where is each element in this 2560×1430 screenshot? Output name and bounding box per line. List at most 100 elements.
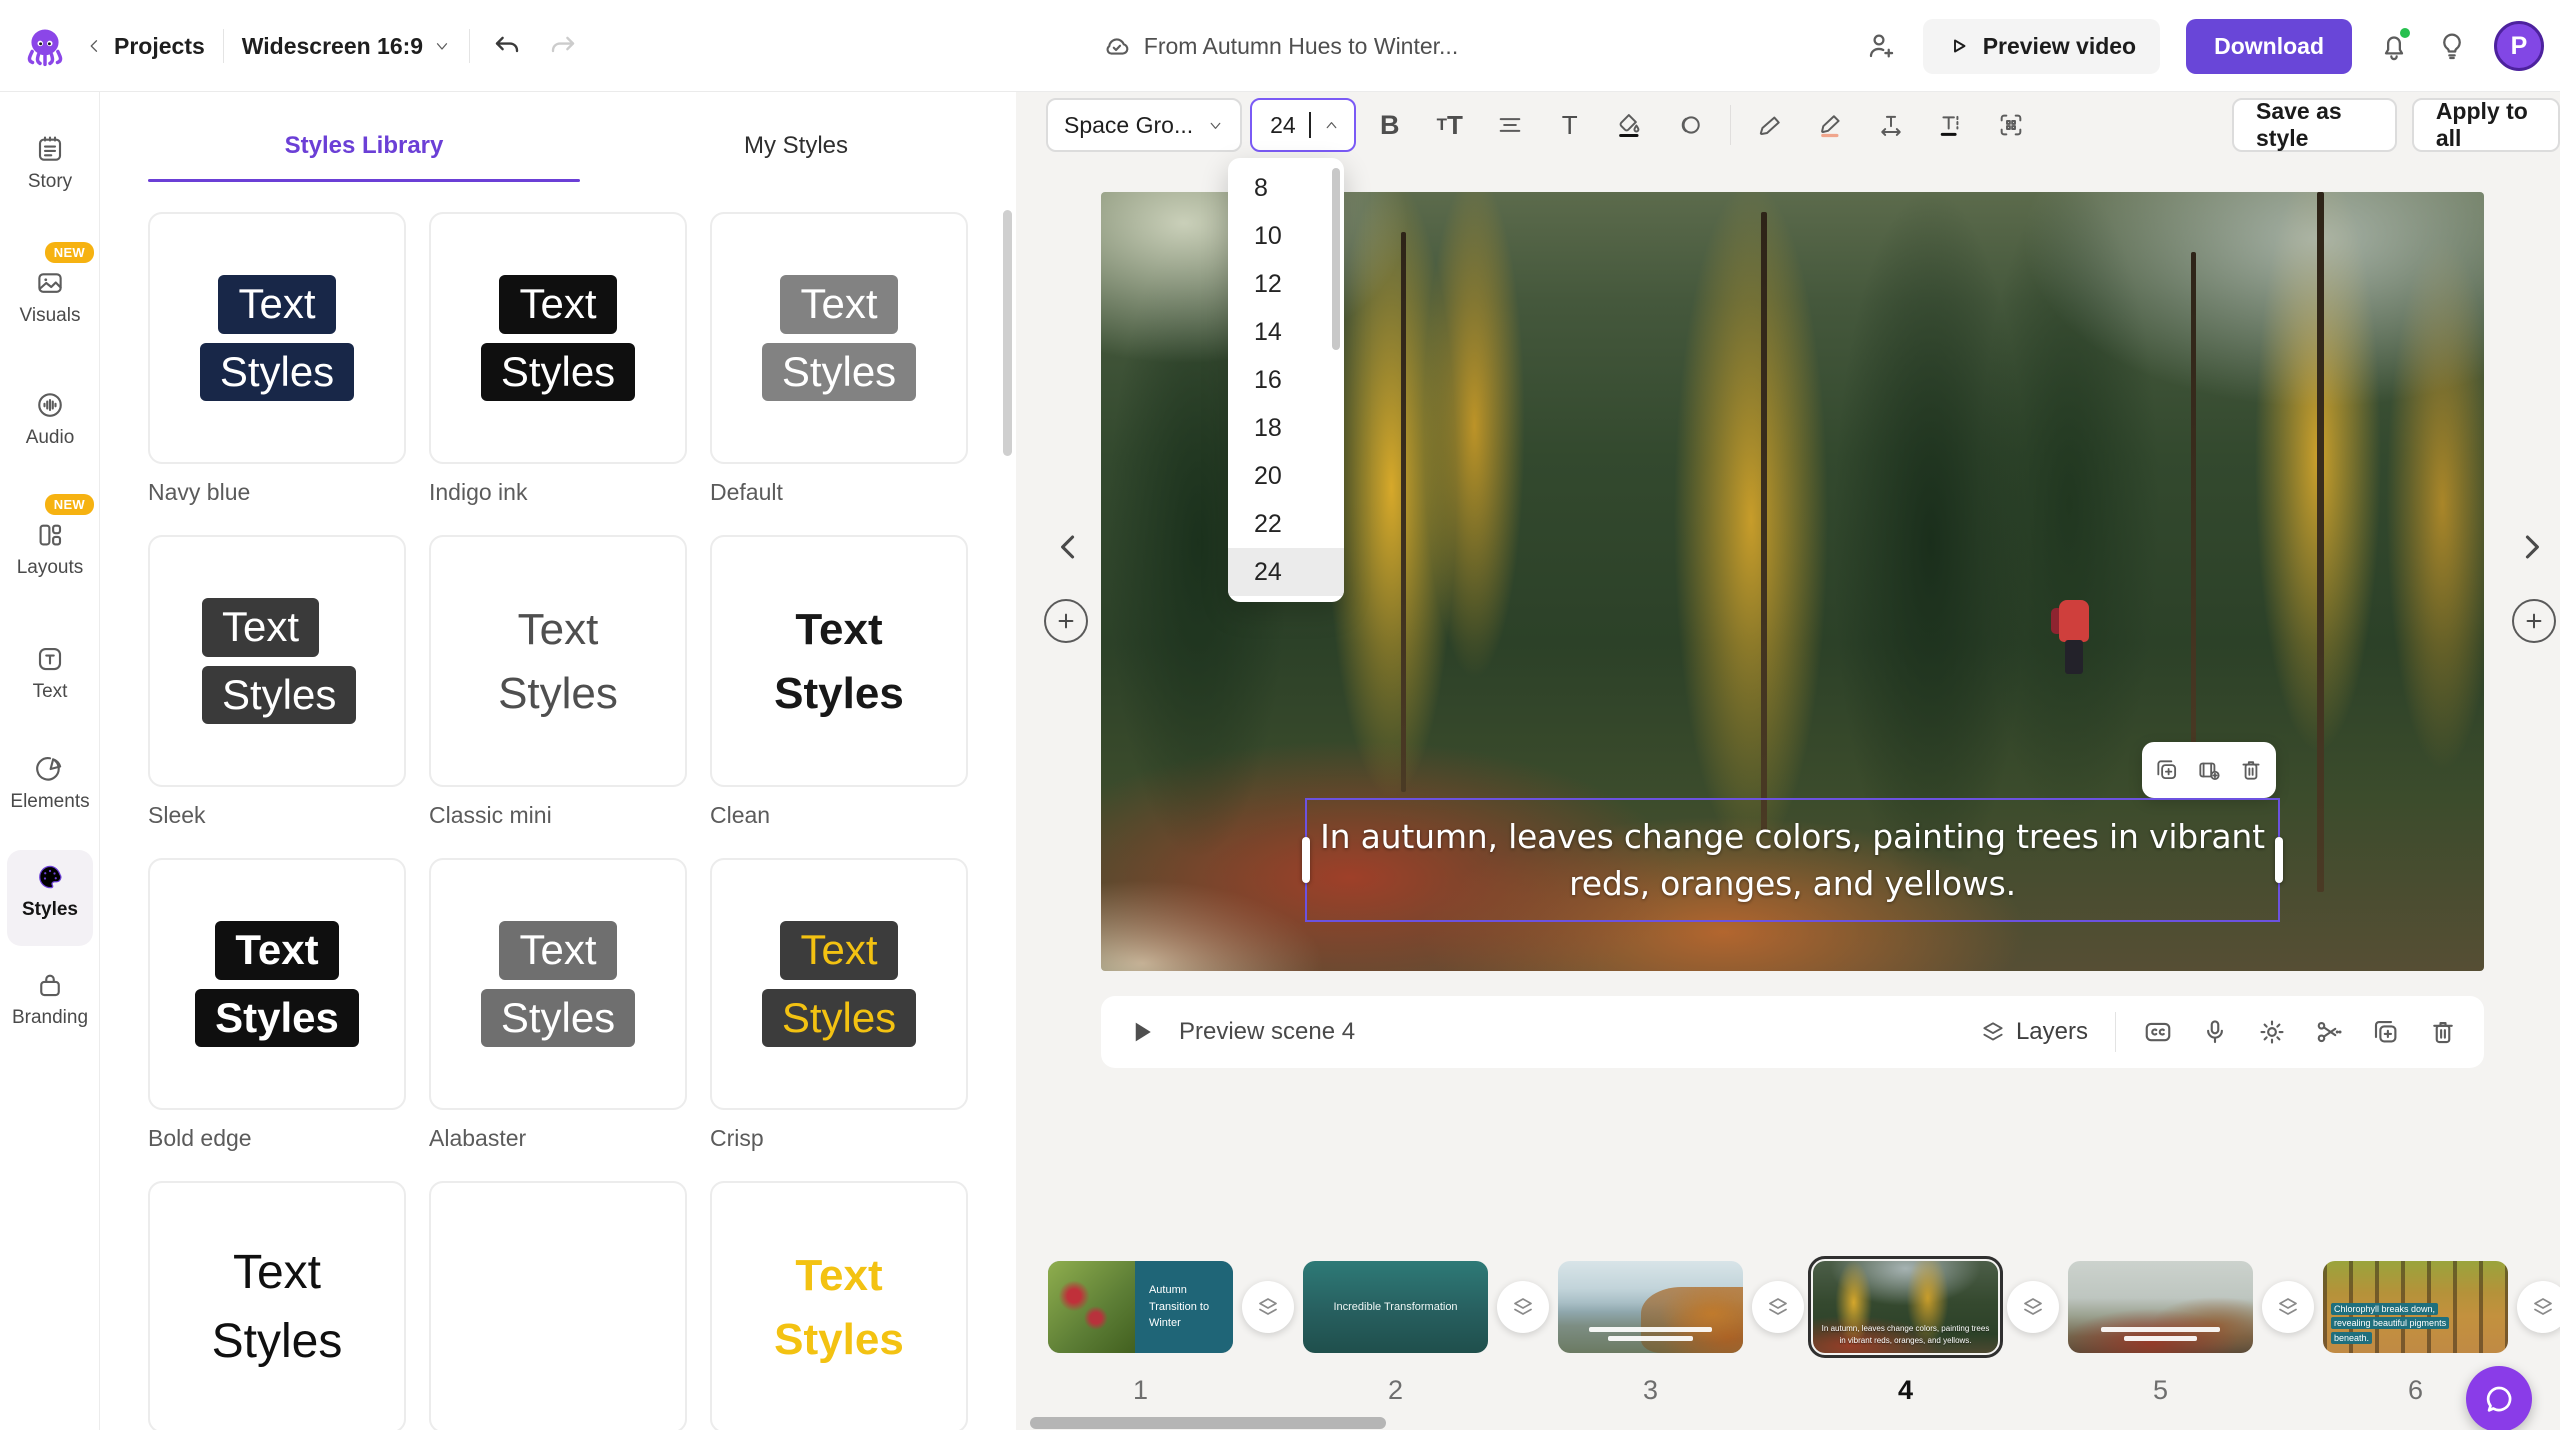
tab-styles-library[interactable]: Styles Library <box>148 132 580 182</box>
play-scene-button[interactable] <box>1127 1017 1157 1047</box>
voiceover-button[interactable] <box>2200 1017 2230 1047</box>
undo-button[interactable] <box>488 27 526 65</box>
fill-color-button[interactable] <box>1604 99 1656 151</box>
download-button[interactable]: Download <box>2186 19 2352 74</box>
transition-button[interactable] <box>1242 1281 1294 1333</box>
style-card-label: Bold edge <box>148 1125 406 1152</box>
text-style-button[interactable]: T <box>1544 99 1596 151</box>
dropdown-scrollbar[interactable] <box>1332 168 1340 350</box>
text-selection-box[interactable]: In autumn, leaves change colors, paintin… <box>1305 798 2280 922</box>
style-card-partial[interactable]: Text Styles <box>148 1181 406 1430</box>
timeline-horizontal-scrollbar[interactable] <box>1030 1417 1386 1429</box>
canvas-image <box>2317 192 2324 892</box>
line-height-button[interactable] <box>1925 99 1977 151</box>
previous-scene-arrow[interactable] <box>1052 530 1086 564</box>
scene-thumbnail-5[interactable] <box>2068 1261 2253 1353</box>
caption-line-1[interactable]: In autumn, leaves change colors, paintin… <box>1307 814 2278 861</box>
save-as-style-button[interactable]: Save as style <box>2232 98 2397 152</box>
letter-spacing-button[interactable] <box>1865 99 1917 151</box>
app-logo-octopus-icon[interactable] <box>22 23 68 69</box>
account-avatar[interactable]: P <box>2494 21 2544 71</box>
text-outline-button[interactable] <box>1664 99 1716 151</box>
style-card-navy-blue[interactable]: Text Styles <box>148 212 406 464</box>
scene-thumbnail-6[interactable]: Chlorophyll breaks down, revealing beaut… <box>2323 1261 2508 1353</box>
notifications-button[interactable] <box>2378 30 2410 62</box>
caption-line-2[interactable]: reds, oranges, and yellows. <box>1307 861 2278 908</box>
font-size-option[interactable]: 10 <box>1228 212 1344 260</box>
scene-settings-button[interactable] <box>2257 1017 2287 1047</box>
delete-element-icon[interactable] <box>2238 757 2264 783</box>
style-card-partial[interactable]: Text Styles <box>429 1181 687 1430</box>
element-mini-toolbar <box>2142 742 2276 798</box>
font-size-option[interactable]: 8 <box>1228 164 1344 212</box>
style-card-indigo-ink[interactable]: Text Styles <box>429 212 687 464</box>
font-size-option[interactable]: 18 <box>1228 404 1344 452</box>
apply-to-all-button[interactable]: Apply to all <box>2412 98 2560 152</box>
style-card-partial[interactable]: Text Styles <box>710 1181 968 1430</box>
scene-thumbnail-3[interactable] <box>1558 1261 1743 1353</box>
line-height-icon <box>1937 111 1965 139</box>
text-case-button[interactable]: TT <box>1424 99 1476 151</box>
transition-button[interactable] <box>1752 1281 1804 1333</box>
apply-to-scenes-icon[interactable] <box>2196 757 2222 783</box>
font-size-option[interactable]: 20 <box>1228 452 1344 500</box>
font-size-option-selected[interactable]: 24 <box>1228 548 1344 596</box>
sidebar-item-audio[interactable]: Audio <box>0 390 100 449</box>
style-card-sleek[interactable]: Text Styles <box>148 535 406 787</box>
help-lightbulb-icon[interactable] <box>2436 30 2468 62</box>
font-size-input[interactable]: 24 <box>1250 98 1356 152</box>
style-card-alabaster[interactable]: Text Styles <box>429 858 687 1110</box>
support-chat-button[interactable] <box>2466 1366 2532 1430</box>
bold-button[interactable]: B <box>1364 99 1416 151</box>
transition-button[interactable] <box>1497 1281 1549 1333</box>
transition-button[interactable] <box>2262 1281 2314 1333</box>
sidebar-item-elements[interactable]: Elements <box>0 754 100 813</box>
redo-button[interactable] <box>544 27 582 65</box>
aspect-ratio-dropdown[interactable]: Widescreen 16:9 <box>242 33 451 60</box>
style-card-classic-mini[interactable]: Text Styles <box>429 535 687 787</box>
tab-my-styles[interactable]: My Styles <box>580 132 1012 182</box>
preview-video-button[interactable]: Preview video <box>1923 19 2160 74</box>
font-size-option[interactable]: 14 <box>1228 308 1344 356</box>
style-card-crisp[interactable]: Text Styles <box>710 858 968 1110</box>
next-scene-arrow[interactable] <box>2514 530 2548 564</box>
panel-scrollbar[interactable] <box>1003 210 1012 456</box>
font-size-option[interactable]: 22 <box>1228 500 1344 548</box>
add-scene-right-button[interactable] <box>2512 599 2556 643</box>
delete-scene-button[interactable] <box>2428 1017 2458 1047</box>
layers-button[interactable]: Layers <box>1980 1018 2088 1046</box>
sidebar-item-story[interactable]: Story <box>0 134 100 193</box>
sidebar-item-visuals[interactable]: NEW Visuals <box>0 268 100 327</box>
transition-button[interactable] <box>2517 1281 2560 1333</box>
back-to-projects-button[interactable]: Projects <box>86 33 205 60</box>
font-family-dropdown[interactable]: Space Gro... <box>1046 98 1242 152</box>
sidebar-item-text[interactable]: Text <box>0 644 100 703</box>
style-card-clean[interactable]: Text Styles <box>710 535 968 787</box>
style-preview-text: Text <box>499 275 616 333</box>
add-scene-left-button[interactable] <box>1044 599 1088 643</box>
font-size-option[interactable]: 12 <box>1228 260 1344 308</box>
scene-thumbnail-1[interactable]: Autumn Transition to Winter <box>1048 1261 1233 1353</box>
duplicate-element-icon[interactable] <box>2154 757 2180 783</box>
style-card-default[interactable]: Text Styles <box>710 212 968 464</box>
scene-thumbnail-4-selected[interactable]: In autumn, leaves change colors, paintin… <box>1813 1261 1998 1353</box>
text-align-button[interactable] <box>1484 99 1536 151</box>
style-card-bold-edge[interactable]: Text Styles <box>148 858 406 1110</box>
style-preview-text: Styles <box>498 666 618 721</box>
scene-thumbnail-2[interactable]: Incredible Transformation <box>1303 1261 1488 1353</box>
duplicate-scene-button[interactable] <box>2371 1017 2401 1047</box>
captions-button[interactable] <box>2143 1017 2173 1047</box>
pen-annotate-button[interactable] <box>1745 99 1797 151</box>
project-title[interactable]: From Autumn Hues to Winter... <box>1144 33 1458 60</box>
sidebar-item-styles[interactable]: Styles <box>0 862 100 921</box>
highlight-button[interactable] <box>1805 99 1857 151</box>
transition-icon <box>2531 1295 2555 1319</box>
sidebar-item-branding[interactable]: Branding <box>0 970 100 1029</box>
sidebar-item-layouts[interactable]: NEW Layouts <box>0 520 100 579</box>
invite-collaborator-icon[interactable] <box>1865 30 1897 62</box>
background-pattern-button[interactable] <box>1985 99 2037 151</box>
transition-button[interactable] <box>2007 1281 2059 1333</box>
font-size-option[interactable]: 16 <box>1228 356 1344 404</box>
sidebar-label: Text <box>0 681 100 703</box>
split-scene-button[interactable] <box>2314 1017 2344 1047</box>
